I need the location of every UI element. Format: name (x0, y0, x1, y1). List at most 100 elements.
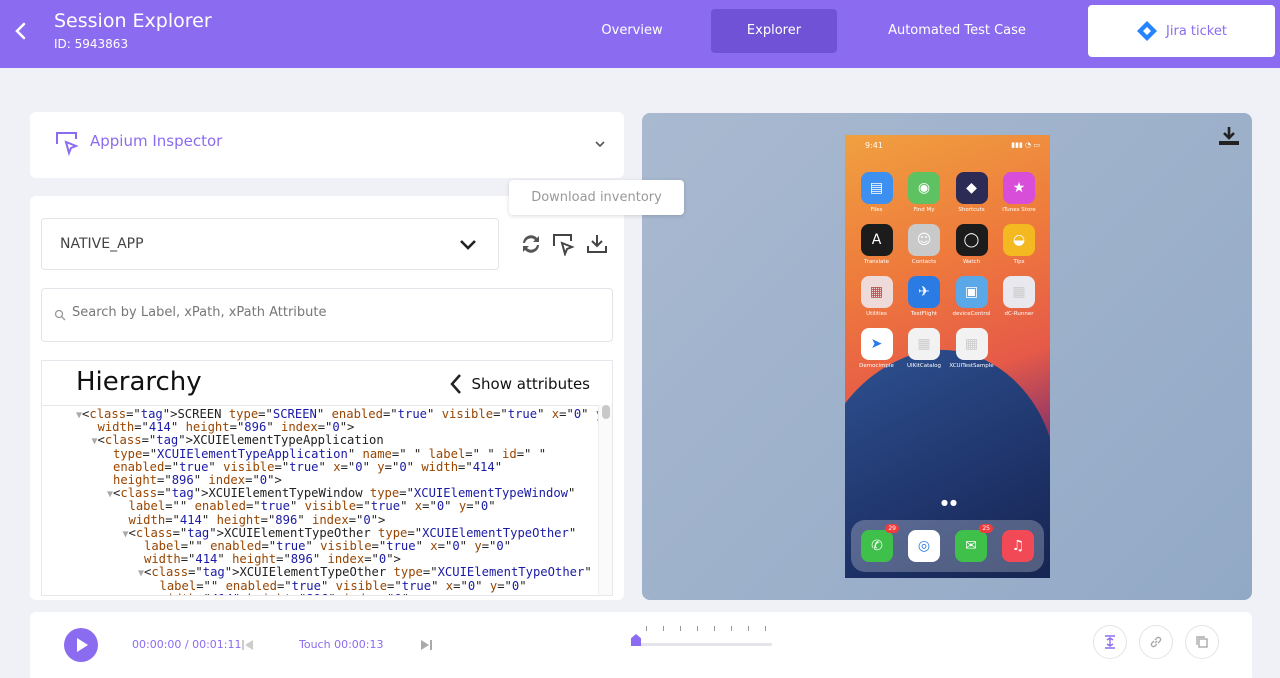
app-glyph-icon: ▤ (860, 172, 893, 204)
messages-app-icon[interactable]: ✉ 25 (955, 524, 993, 562)
chevron-down-icon[interactable] (593, 139, 607, 149)
app-icon-devicecontrol[interactable]: ▣ deviceControl (948, 276, 995, 317)
phone-badge: 29 (885, 524, 899, 533)
app-glyph-icon: ▣ (955, 276, 988, 308)
search-input[interactable] (72, 305, 592, 320)
download-screenshot-icon[interactable] (1218, 125, 1240, 147)
status-icons: ▮▮▮ ◔ ▭ (1011, 141, 1040, 149)
context-select[interactable]: NATIVE_APP (41, 218, 499, 270)
phone-app-icon[interactable]: ✆ 29 (861, 524, 899, 562)
timeline-tick (663, 626, 664, 631)
back-arrow-icon[interactable] (10, 18, 32, 44)
copy-link-button[interactable] (1139, 625, 1173, 659)
refresh-icon[interactable] (519, 232, 543, 256)
timeline-tick (748, 626, 749, 631)
scrollbar[interactable] (598, 405, 612, 595)
app-icon-shortcuts[interactable]: ◆ Shortcuts (948, 172, 995, 213)
app-label: iTunes Store (1002, 207, 1036, 213)
show-attributes-label: Show attributes (471, 375, 590, 393)
show-attributes-button[interactable]: Show attributes (449, 373, 590, 395)
app-glyph-icon: ★ (1003, 172, 1035, 204)
tab-overview[interactable]: Overview (572, 9, 692, 53)
jira-ticket-button[interactable]: Jira ticket (1088, 5, 1275, 57)
current-event: Touch 00:00:13 (299, 638, 384, 651)
timeline-tick (697, 626, 698, 631)
app-icon-dc-runner[interactable]: ▦ dC-Runner (996, 276, 1043, 317)
copy-icon (1196, 636, 1208, 648)
app-label: UIKitCatalog (906, 363, 942, 369)
appium-inspector-title: Appium Inspector (90, 132, 223, 150)
app-glyph-icon: ☺ (908, 224, 940, 256)
app-icon-itunes-store[interactable]: ★ iTunes Store (996, 172, 1043, 213)
app-label: Find My (913, 207, 935, 213)
xml-tree-line[interactable]: width="414" height="896" index="0"> (160, 592, 417, 595)
tab-explorer[interactable]: Explorer (711, 9, 837, 53)
app-icon-tips[interactable]: ◒ Tips (996, 224, 1043, 265)
device-screen[interactable]: 9:41 ▮▮▮ ◔ ▭ ●● ✆ 29 ◎ ✉ 25 ♫ ▤ Files ◉ Find … (845, 135, 1050, 578)
app-glyph-icon: ◯ (955, 224, 988, 256)
app-label: Watch (962, 259, 981, 265)
timeline-tick (646, 626, 647, 631)
app-label: Tips (1013, 259, 1025, 265)
playback-time: 00:00:00 / 00:01:11 (132, 638, 242, 651)
app-icon-contacts[interactable]: ☺ Contacts (901, 224, 948, 265)
app-glyph-icon: ▦ (1003, 276, 1035, 308)
fit-height-icon (1105, 635, 1115, 649)
download-icon[interactable] (585, 232, 609, 256)
chevron-left-icon (449, 374, 461, 394)
search-field[interactable] (41, 288, 613, 342)
app-label: dC-Runner (1004, 311, 1034, 317)
app-icon-translate[interactable]: A Translate (853, 224, 900, 265)
xml-tree[interactable]: ▼<class="tag">SCREEN type="SCREEN" enabl… (42, 405, 598, 595)
app-label: TestFlight (910, 311, 938, 317)
app-icon-utilities[interactable]: ▦ Utilities (853, 276, 900, 317)
jira-ticket-label: Jira ticket (1166, 23, 1227, 39)
timeline-tick (731, 626, 732, 631)
app-label: Contacts (911, 259, 937, 265)
app-label: deviceControl (952, 311, 991, 317)
app-glyph-icon: ▦ (860, 276, 893, 308)
search-icon (54, 309, 66, 321)
page-title: Session Explorer (54, 10, 212, 32)
app-icon-xcuitestsample[interactable]: ▦ XCUITestSample (948, 328, 995, 369)
hierarchy-title: Hierarchy (76, 367, 202, 397)
scrollbar-thumb[interactable] (602, 405, 610, 419)
messages-badge: 25 (979, 524, 993, 533)
top-bar: Session Explorer ID: 5943863 Overview Ex… (0, 0, 1280, 68)
app-glyph-icon: ▦ (908, 328, 940, 360)
app-label: Democimple (859, 363, 894, 369)
timeline-tick (765, 626, 766, 631)
app-icon-files[interactable]: ▤ Files (853, 172, 900, 213)
app-glyph-icon: ◉ (908, 172, 940, 204)
app-glyph-icon: A (860, 224, 893, 256)
select-element-icon[interactable] (551, 232, 575, 256)
context-value: NATIVE_APP (60, 236, 144, 252)
tab-automated-test-case[interactable]: Automated Test Case (862, 9, 1052, 53)
status-time: 9:41 (865, 141, 883, 150)
safari-app-icon[interactable]: ◎ (908, 530, 940, 562)
play-icon (77, 638, 88, 652)
app-icon-democimple[interactable]: ➤ Democimple (853, 328, 900, 369)
copy-button[interactable] (1185, 625, 1219, 659)
app-glyph-icon: ➤ (860, 328, 893, 360)
app-icon-find-my[interactable]: ◉ Find My (901, 172, 948, 213)
music-app-icon[interactable]: ♫ (1002, 530, 1034, 562)
app-label: Translate (864, 259, 889, 265)
app-label: Utilities (866, 311, 887, 317)
app-glyph-icon: ✈ (908, 276, 940, 308)
page-indicator: ●● (941, 498, 959, 507)
fit-height-button[interactable] (1093, 625, 1127, 659)
link-icon (1150, 636, 1162, 648)
next-event-icon[interactable] (419, 638, 433, 652)
timeline-tick (714, 626, 715, 631)
previous-event-icon[interactable] (241, 638, 255, 652)
inspector-cursor-icon (56, 132, 79, 156)
app-icon-watch[interactable]: ◯ Watch (948, 224, 995, 265)
timeline-tick (680, 626, 681, 631)
download-inventory-tooltip: Download inventory (509, 180, 684, 215)
app-icon-uikitcatalog[interactable]: ▦ UIKitCatalog (901, 328, 948, 369)
app-icon-testflight[interactable]: ✈ TestFlight (901, 276, 948, 317)
session-id: ID: 5943863 (54, 37, 129, 51)
play-button[interactable] (64, 628, 98, 662)
timeline-track[interactable] (636, 643, 772, 646)
